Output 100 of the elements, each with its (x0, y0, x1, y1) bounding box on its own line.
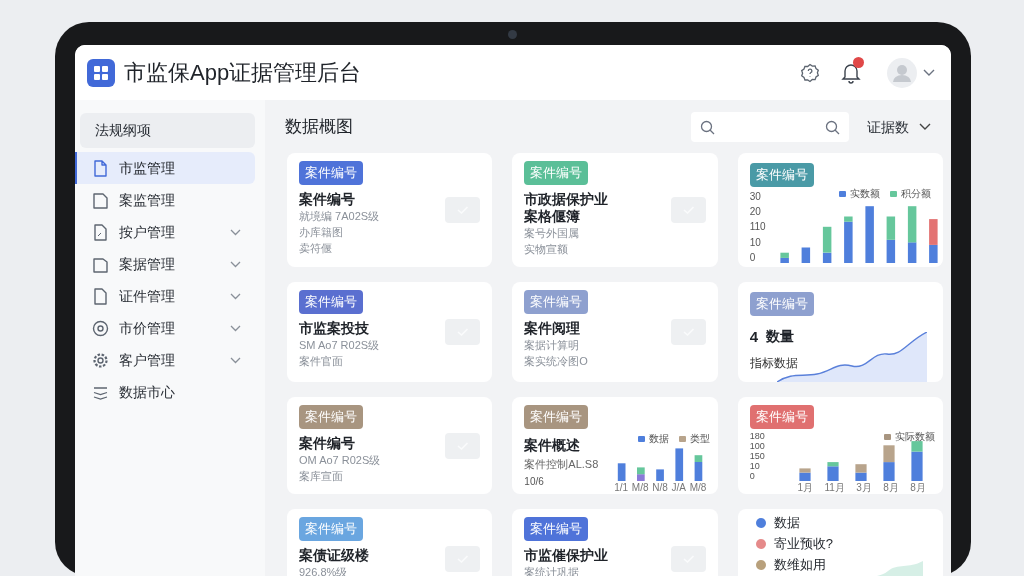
sidebar-item[interactable]: 案据管理 (75, 248, 255, 280)
notification-bell-icon[interactable] (841, 61, 861, 84)
disc-icon (91, 318, 110, 338)
document-icon (91, 222, 110, 242)
axis-tick-label: 180 (749, 430, 766, 441)
card-title: 市政据保护业 (524, 190, 610, 208)
axis-tick-label: M/8 (631, 482, 649, 494)
axis-tick-label: 1月 (797, 482, 813, 494)
avatar-icon[interactable] (887, 57, 917, 88)
bar-segment (883, 444, 895, 462)
document-icon (91, 190, 110, 210)
card-detail: 案件控制AL.S8 (524, 456, 599, 472)
legend-label: 积分额 (901, 187, 931, 200)
legend-label: 寄业预收? (773, 536, 833, 552)
axis-tick-label: 8月 (883, 482, 899, 494)
legend-label: 数据 (773, 515, 800, 531)
bar-segment (656, 469, 665, 481)
axis-tick-label: N/8 (652, 482, 668, 494)
gear-icon (91, 350, 110, 370)
card-title: 案件概述 (524, 435, 581, 455)
axis-tick-label: 11月 (824, 482, 845, 494)
bar-segment (855, 472, 867, 481)
tag-label: 案件编号 (524, 161, 589, 185)
sidebar-item[interactable]: 证件管理 (75, 280, 255, 312)
axis-tick-label: 10 (749, 236, 762, 248)
sidebar-item[interactable]: 市价管理 (75, 312, 255, 344)
axis-tick-label: 0 (749, 470, 756, 481)
axis-tick-label: 150 (749, 450, 766, 461)
sidebar-item[interactable]: 数据市心 (75, 376, 255, 408)
chevron-down-icon[interactable] (923, 68, 935, 77)
bar-segment (675, 448, 684, 481)
card-title: 案件阅理 (524, 319, 582, 337)
notification-badge (853, 56, 864, 68)
tag-label: 案件编号 (524, 290, 589, 314)
card-detail: 926.8%级 (299, 564, 349, 576)
tag-label: 案件编号 (524, 405, 589, 429)
bar-segment (883, 461, 895, 481)
axis-tick-label: 8月 (910, 482, 926, 494)
axis-tick-label: 0 (749, 252, 757, 263)
sidebar-item[interactable]: 按户管理 (75, 216, 255, 248)
card-title: 案件编号 (299, 434, 356, 452)
app-logo-icon (87, 58, 115, 87)
sidebar-heading: 法规纲项 (80, 113, 255, 148)
card-detail: 案号外国属 (524, 225, 581, 241)
tag-label: 案件编号 (299, 517, 363, 541)
card-detail: 案库宣面 (299, 468, 344, 484)
axis-tick-label: 30 (749, 190, 762, 202)
bar-segment (618, 463, 626, 481)
legend-label: 数据 (648, 433, 669, 445)
document-icon (91, 286, 110, 306)
card-detail: 案据计算明 (524, 337, 581, 353)
search-icon[interactable] (825, 119, 840, 135)
axis-tick-label: 20 (749, 205, 762, 217)
axis-tick-label: 110 (749, 221, 766, 233)
card-title: 市监催保护业 (524, 546, 610, 564)
tag-label: 案件编号 (749, 163, 814, 187)
bar-segment (928, 219, 938, 245)
legend-label: 实际数额 (895, 431, 935, 443)
card-detail: 实物宣额 (524, 241, 570, 257)
search-field[interactable] (691, 112, 849, 142)
card-detail: 办库籍图 (299, 224, 344, 240)
filter-dropdown[interactable]: 证据数 (867, 116, 931, 138)
legend-label: 类型 (689, 433, 710, 445)
bar-segment (886, 216, 895, 240)
settings-icon[interactable] (800, 62, 820, 83)
legend-label: 数维如用 (773, 557, 826, 573)
card-detail: 案件官面 (299, 353, 344, 369)
bar-segment (801, 247, 810, 263)
axis-tick-label: 10/6 (524, 475, 544, 489)
tag-label: 案件编号 (524, 517, 589, 541)
sidebar-item[interactable]: 案监管理 (75, 184, 255, 216)
metric-label: 数量 (766, 327, 794, 347)
metric-value: 4 (749, 326, 758, 347)
bar-segment (928, 244, 938, 263)
chevron-down-icon (919, 123, 931, 131)
tag-label: 案件编号 (299, 405, 363, 429)
metric-caption: 指标数据 (749, 355, 799, 372)
bar-segment (855, 463, 867, 473)
axis-tick-label: J/A (671, 482, 686, 494)
bar-segment (865, 206, 874, 263)
card-title: 案债证级楼 (299, 546, 370, 564)
card-title: 案格偃簿 (524, 207, 582, 225)
tag-label: 案件编号 (299, 161, 363, 185)
tag-label: 案件编号 (749, 292, 814, 316)
card-detail: 就境编 7A02S级 (299, 208, 381, 224)
axis-tick-label: 100 (749, 440, 766, 451)
camera-icon (508, 30, 517, 39)
legend-label: 实数额 (850, 187, 880, 200)
sidebar-item[interactable]: 市监管理 (75, 152, 255, 184)
sidebar-item[interactable]: 客户管理 (75, 344, 255, 376)
card-detail: 卖符偃 (299, 240, 333, 256)
page-title: 数据概图 (285, 116, 353, 139)
bar-segment (886, 239, 895, 263)
document-icon (91, 158, 110, 178)
app-title: 市监保App证据管理后台 (124, 59, 362, 87)
tag-label: 案件编号 (749, 405, 814, 429)
card-title: 市监案投技 (299, 319, 370, 337)
axis-tick-label: M/8 (689, 482, 707, 494)
axis-tick-label: 1/1 (614, 482, 629, 494)
search-icon (700, 119, 715, 135)
